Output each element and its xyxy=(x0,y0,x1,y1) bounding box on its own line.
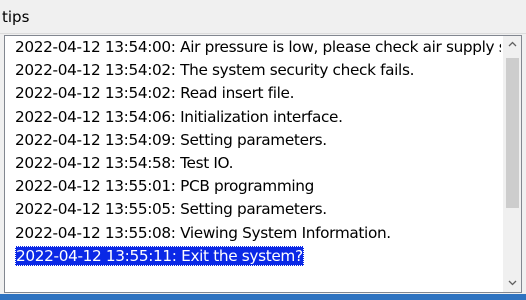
log-rows: 2022-04-12 13:54:00: Air pressure is low… xyxy=(15,36,501,268)
list-item-text: 2022-04-12 13:54:58: Test IO. xyxy=(15,153,234,172)
list-item[interactable]: 2022-04-12 13:54:09: Setting parameters. xyxy=(15,129,501,152)
window-title: tips xyxy=(2,8,30,26)
window-title-bar: tips xyxy=(0,0,526,34)
chevron-up-icon[interactable] xyxy=(504,36,521,53)
list-item-text: 2022-04-12 13:54:06: Initialization inte… xyxy=(15,107,343,126)
list-item[interactable]: 2022-04-12 13:55:01: PCB programming xyxy=(15,175,501,198)
list-item-selected[interactable]: 2022-04-12 13:55:11: Exit the system? xyxy=(15,245,501,268)
list-item[interactable]: 2022-04-12 13:55:08: Viewing System Info… xyxy=(15,222,501,245)
list-item[interactable]: 2022-04-12 13:54:02: Read insert file. xyxy=(15,82,501,105)
chevron-down-icon[interactable] xyxy=(504,275,521,292)
list-item[interactable]: 2022-04-12 13:54:00: Air pressure is low… xyxy=(15,36,501,59)
vertical-scrollbar[interactable] xyxy=(503,36,521,292)
list-item-text: 2022-04-12 13:54:02: The system security… xyxy=(15,61,415,80)
list-item-text: 2022-04-12 13:54:02: Read insert file. xyxy=(15,84,295,103)
list-item-text: 2022-04-12 13:55:11: Exit the system? xyxy=(15,245,304,266)
list-item-text: 2022-04-12 13:54:09: Setting parameters. xyxy=(15,130,327,149)
taskbar-strip xyxy=(0,294,526,300)
scrollbar-thumb[interactable] xyxy=(506,58,519,208)
list-item-text: 2022-04-12 13:54:00: Air pressure is low… xyxy=(15,38,501,56)
list-item[interactable]: 2022-04-12 13:55:05: Setting parameters. xyxy=(15,198,501,221)
list-item[interactable]: 2022-04-12 13:54:06: Initialization inte… xyxy=(15,106,501,129)
list-item-text: 2022-04-12 13:55:05: Setting parameters. xyxy=(15,200,327,219)
list-item[interactable]: 2022-04-12 13:54:58: Test IO. xyxy=(15,152,501,175)
log-listbox[interactable]: 2022-04-12 13:54:00: Air pressure is low… xyxy=(4,35,522,293)
list-item[interactable]: 2022-04-12 13:54:02: The system security… xyxy=(15,59,501,82)
list-item-text: 2022-04-12 13:55:01: PCB programming xyxy=(15,177,314,196)
list-item-text: 2022-04-12 13:55:08: Viewing System Info… xyxy=(15,223,391,242)
